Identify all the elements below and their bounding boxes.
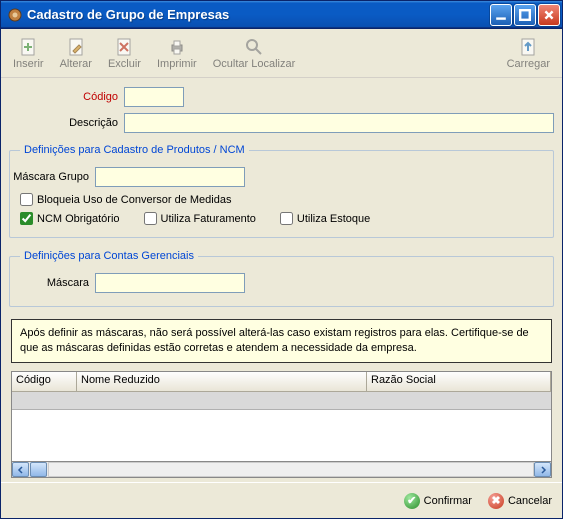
utiliza-faturamento-checkbox[interactable]: Utiliza Faturamento [144,212,256,225]
group-produtos-ncm: Definições para Cadastro de Produtos / N… [9,144,554,238]
mascara-grupo-label: Máscara Grupo [1,171,95,183]
content: Código Descrição Definições para Cadastr… [1,78,562,482]
scroll-track[interactable] [48,462,534,477]
cancelar-button[interactable]: ✖ Cancelar [488,493,552,509]
carregar-icon [518,37,538,57]
alterar-label: Alterar [60,58,92,70]
titlebar: Cadastro de Grupo de Empresas [1,1,562,29]
carregar-label: Carregar [507,58,550,70]
utiliza-estoque-label: Utiliza Estoque [297,213,370,225]
inserir-icon [18,37,38,57]
mascara-grupo-input[interactable] [95,167,245,187]
alterar-icon [66,37,86,57]
excluir-label: Excluir [108,58,141,70]
horizontal-scrollbar[interactable] [11,462,552,478]
imprimir-button[interactable]: Imprimir [149,31,205,75]
scroll-left-button[interactable] [12,462,29,477]
close-button[interactable] [538,4,560,26]
group-contas-gerenciais: Definições para Contas Gerenciais Máscar… [9,250,554,307]
info-box: Após definir as máscaras, não será possí… [11,319,552,363]
imprimir-label: Imprimir [157,58,197,70]
check-icon: ✔ [404,493,420,509]
search-icon [244,37,264,57]
mascara-label: Máscara [1,277,95,289]
alterar-button[interactable]: Alterar [52,31,100,75]
maximize-button[interactable] [514,4,536,26]
ncm-obrigatorio-checkbox[interactable]: NCM Obrigatório [20,212,120,225]
grid-row[interactable] [12,392,551,410]
col-razao-social[interactable]: Razão Social [367,372,551,392]
utiliza-faturamento-label: Utiliza Faturamento [161,213,256,225]
grid-header: Código Nome Reduzido Razão Social [12,372,551,392]
group-contas-legend: Definições para Contas Gerenciais [20,250,198,262]
utiliza-estoque-checkbox[interactable]: Utiliza Estoque [280,212,370,225]
codigo-input[interactable] [124,87,184,107]
scroll-thumb[interactable] [30,462,47,477]
inserir-button[interactable]: Inserir [5,31,52,75]
ocultar-localizar-label: Ocultar Localizar [213,58,296,70]
grid-body [12,392,551,461]
descricao-input[interactable] [124,113,554,133]
mascara-input[interactable] [95,273,245,293]
cancel-icon: ✖ [488,493,504,509]
window-title: Cadastro de Grupo de Empresas [27,7,490,22]
bloqueia-conversor-checkbox[interactable]: Bloqueia Uso de Conversor de Medidas [20,193,231,206]
data-grid[interactable]: Código Nome Reduzido Razão Social [11,371,552,462]
inserir-label: Inserir [13,58,44,70]
ncm-obrigatorio-label: NCM Obrigatório [37,213,120,225]
window: Cadastro de Grupo de Empresas Inserir Al… [0,0,563,519]
app-icon [7,7,23,23]
footer: ✔ Confirmar ✖ Cancelar [1,482,562,518]
confirmar-button[interactable]: ✔ Confirmar [404,493,472,509]
cancelar-label: Cancelar [508,495,552,507]
scroll-right-button[interactable] [534,462,551,477]
codigo-label: Código [9,91,124,103]
excluir-icon [114,37,134,57]
toolbar: Inserir Alterar Excluir Imprimir Ocultar… [1,29,562,78]
col-codigo[interactable]: Código [12,372,77,392]
carregar-button[interactable]: Carregar [499,31,558,75]
descricao-label: Descrição [9,117,124,129]
imprimir-icon [167,37,187,57]
bloqueia-conversor-label: Bloqueia Uso de Conversor de Medidas [37,194,231,206]
ocultar-localizar-button[interactable]: Ocultar Localizar [205,31,304,75]
confirmar-label: Confirmar [424,495,472,507]
excluir-button[interactable]: Excluir [100,31,149,75]
col-nome-reduzido[interactable]: Nome Reduzido [77,372,367,392]
minimize-button[interactable] [490,4,512,26]
group-produtos-legend: Definições para Cadastro de Produtos / N… [20,144,249,156]
